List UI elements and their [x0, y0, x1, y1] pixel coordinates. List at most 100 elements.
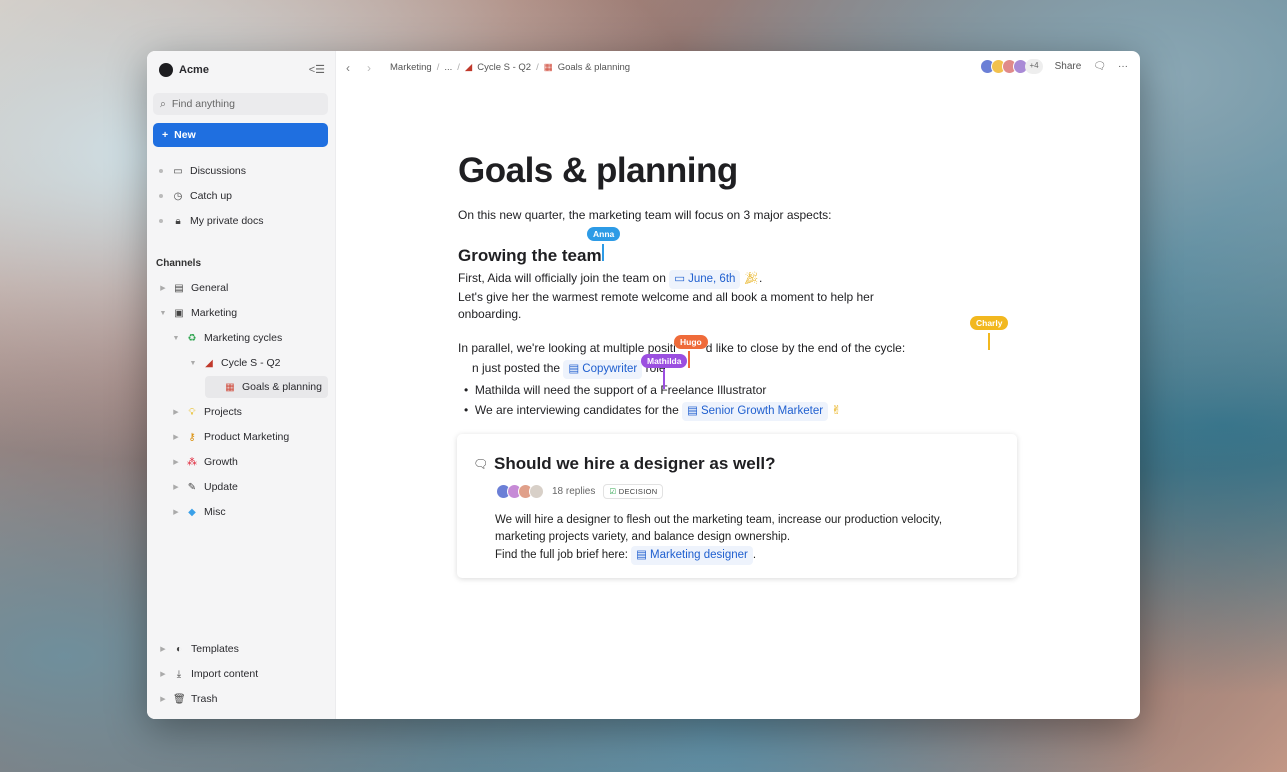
breadcrumb-item[interactable]: Cycle S - Q2 [477, 62, 531, 73]
paragraph[interactable]: Let's give her the warmest remote welcom… [458, 289, 878, 323]
sidebar-item-catch-up[interactable]: ◷ Catch up [159, 186, 232, 206]
sidebar-item-goals-planning[interactable]: ▦ Goals & planning [224, 377, 322, 397]
sidebar-item-trash[interactable]: ▶ 🗑︎ Trash [159, 689, 217, 709]
share-button[interactable]: Share [1055, 61, 1082, 72]
caret-down-icon[interactable]: ▼ [159, 310, 167, 317]
collapse-sidebar-icon[interactable]: <☰ [309, 63, 325, 76]
list-item[interactable]: • Mathilda will need the support of a Fr… [458, 382, 1018, 399]
list-item[interactable]: • We are interviewing candidates for the… [458, 402, 1018, 421]
link-label: Senior Growth Marketer [700, 405, 824, 417]
section-heading[interactable]: Growing the team [458, 246, 1018, 266]
templates-icon: ◐ [175, 643, 183, 655]
sidebar-item-label: Import content [191, 668, 259, 680]
decision-badge: ☑ DECISION [603, 484, 664, 499]
caret-right-icon[interactable]: ▶ [172, 483, 180, 491]
sidebar-item-label: My private docs [190, 215, 264, 227]
workspace-switcher[interactable]: Acme [159, 63, 209, 77]
link-label: Copywriter [582, 363, 638, 375]
comment-icon[interactable]: 🗨︎ [1093, 61, 1106, 72]
sidebar-item-discussions[interactable]: ▭ Discussions [159, 161, 246, 181]
caret-right-icon[interactable]: ▶ [159, 284, 167, 292]
more-icon[interactable]: ··· [1118, 61, 1128, 72]
caret-right-icon[interactable]: ▶ [172, 508, 180, 516]
cursor-caret-anna [602, 244, 604, 261]
sidebar-item-misc[interactable]: ▶ ◆ Misc [172, 502, 226, 522]
sidebar-item-marketing-cycles[interactable]: ▼ ♻ Marketing cycles [172, 328, 283, 348]
check-icon: ☑ [609, 487, 617, 496]
sidebar-item-label: General [191, 282, 229, 294]
forward-icon[interactable]: › [367, 61, 371, 75]
sidebar-item-projects[interactable]: ▶ 💡︎ Projects [172, 402, 242, 422]
gem-icon: ◆ [188, 506, 196, 518]
date-chip[interactable]: ▭ June, 6th [669, 270, 741, 289]
breadcrumb-item[interactable]: Goals & planning [558, 62, 630, 73]
fingers-crossed-icon: ✌︎ [831, 403, 842, 417]
search-placeholder: Find anything [171, 98, 235, 110]
topbar: ‹ › Marketing / ... / ◢ Cycle S - Q2 / ▦… [336, 51, 1140, 85]
caret-right-icon[interactable]: ▶ [159, 695, 167, 703]
sidebar-item-label: Growth [204, 456, 238, 468]
cursor-caret-mathilda [663, 369, 665, 389]
caret-down-icon[interactable]: ▼ [172, 335, 180, 342]
sidebar-item-label: Trash [191, 693, 218, 705]
replies-count[interactable]: 18 replies [552, 486, 595, 497]
doc-link-chip[interactable]: ▤ Senior Growth Marketer [682, 402, 829, 421]
sidebar-item-growth[interactable]: ▶ ⁂ Growth [172, 452, 238, 472]
breadcrumb-item[interactable]: Marketing [390, 62, 432, 73]
collaborator-avatars[interactable]: +4 [980, 59, 1043, 74]
paragraph[interactable]: n just posted the ▤ Copywriter role [458, 360, 1018, 379]
more-avatars-badge: +4 [1025, 59, 1043, 74]
text: d like to close by the end of the cycle: [705, 341, 906, 355]
cup-icon: ◢ [464, 62, 473, 73]
bullet-dot [159, 194, 163, 198]
lock-icon: 🔒︎ [175, 215, 181, 227]
bullet-dot [159, 169, 163, 173]
new-button[interactable]: + New [153, 123, 328, 147]
sidebar-item-general[interactable]: ▶ ▤ General [159, 278, 228, 298]
bulb-icon: 💡︎ [188, 406, 196, 418]
card-title[interactable]: Should we hire a designer as well? [494, 454, 776, 474]
caret-right-icon[interactable]: ▶ [159, 645, 167, 653]
caret-right-icon[interactable]: ▶ [172, 408, 180, 416]
text: First, Aida will officially join the tea… [458, 271, 666, 285]
doc-icon: ▤ [636, 549, 648, 561]
calendar-icon: ▦ [543, 62, 553, 73]
paragraph[interactable]: In parallel, we're looking at multiple p… [458, 340, 1018, 357]
search-input[interactable]: ⌕ Find anything [153, 93, 328, 115]
sidebar-item-cycle-s-q2[interactable]: ▼ ◢ Cycle S - Q2 [189, 353, 281, 373]
cursor-caret-hugo [688, 351, 690, 368]
sidebar-item-import[interactable]: ▶ ⤓ Import content [159, 664, 258, 684]
app-window: Acme <☰ ⌕ Find anything + New ▭ Discussi… [147, 51, 1140, 719]
intro-paragraph[interactable]: On this new quarter, the marketing team … [458, 207, 1018, 224]
sidebar-item-update[interactable]: ▶ ✎ Update [172, 477, 238, 497]
paragraph[interactable]: First, Aida will officially join the tea… [458, 270, 1018, 289]
caret-down-icon[interactable]: ▼ [189, 360, 197, 367]
badge-label: DECISION [618, 487, 658, 496]
back-icon[interactable]: ‹ [346, 61, 350, 75]
card-body: We will hire a designer to flesh out the… [495, 512, 995, 565]
text: Find the full job brief here: [495, 549, 628, 561]
breadcrumb-item[interactable]: ... [444, 62, 452, 73]
caret-right-icon[interactable]: ▶ [159, 670, 167, 678]
doc-link-chip[interactable]: ▤ Marketing designer [631, 546, 753, 565]
sidebar-item-marketing[interactable]: ▼ ▣ Marketing [159, 303, 238, 323]
page-title[interactable]: Goals & planning [458, 151, 1018, 191]
breadcrumb-separator: / [436, 62, 440, 73]
sidebar-item-product-marketing[interactable]: ▶ ⚷ Product Marketing [172, 427, 289, 447]
sidebar-item-label: Misc [204, 506, 226, 518]
new-button-label: New [174, 129, 196, 141]
sidebar-item-templates[interactable]: ▶ ◐ Templates [159, 639, 239, 659]
text: n just posted the [472, 361, 561, 375]
caret-right-icon[interactable]: ▶ [172, 433, 180, 441]
card-line: Find the full job brief here: ▤ Marketing… [495, 546, 995, 565]
discussion-card[interactable]: 🗨︎ Should we hire a designer as well? 18… [457, 434, 1017, 578]
topbar-actions: +4 Share 🗨︎ ··· [980, 59, 1128, 74]
channels-heading: Channels [156, 258, 202, 269]
cursor-label-anna: Anna [587, 227, 621, 241]
caret-right-icon[interactable]: ▶ [172, 458, 180, 466]
sidebar-item-label: Update [204, 481, 238, 493]
doc-link-chip[interactable]: ▤ Copywriter [563, 360, 643, 379]
sidebar-item-private-docs[interactable]: 🔒︎ My private docs [159, 211, 264, 231]
sidebar-item-label: Marketing [191, 307, 238, 319]
folder-icon: ▣ [174, 307, 184, 319]
